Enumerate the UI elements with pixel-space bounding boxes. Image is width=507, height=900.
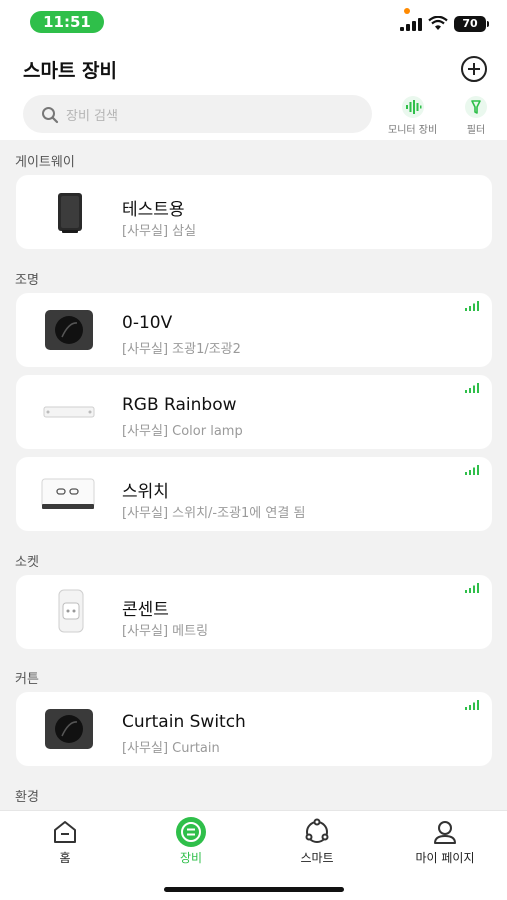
device-name: 스위치 <box>122 482 169 502</box>
page-title: 스마트 장비 <box>23 60 118 82</box>
nav-smart-label: 스마트 <box>300 851 334 865</box>
dimmer-device-image <box>45 310 93 350</box>
nav-devices[interactable]: 장비 <box>141 817 241 866</box>
socket-device-image <box>58 589 84 633</box>
wifi-icon <box>428 16 448 30</box>
search-input[interactable]: 장비 검색 <box>23 95 372 133</box>
filter-icon <box>465 96 487 118</box>
home-indicator <box>164 887 344 892</box>
section-title-curtain: 커튼 <box>15 672 39 687</box>
device-name: RGB Rainbow <box>122 395 237 415</box>
device-name: 콘센트 <box>122 600 169 620</box>
device-card[interactable]: 스위치 [사무실] 스위치/-조광1에 연결 됨 <box>16 457 492 531</box>
section-title-socket: 소켓 <box>15 555 39 570</box>
nav-home-label: 홈 <box>59 851 71 865</box>
search-icon <box>42 107 59 124</box>
sound-wave-icon <box>401 96 424 118</box>
search-placeholder: 장비 검색 <box>66 109 118 124</box>
signal-strength-icon <box>465 583 479 593</box>
signal-strength-icon <box>465 700 479 710</box>
battery-indicator: 70 <box>454 16 489 32</box>
nav-my-page-label: 마이 페이지 <box>415 851 475 865</box>
device-location: [사무실] 스위치/-조광1에 연결 됨 <box>122 506 306 521</box>
monitor-devices-label: 모니터 장비 <box>388 125 438 136</box>
device-location: [사무실] Color lamp <box>122 424 243 439</box>
app-header: 스마트 장비 장비 검색 모니터 장비 필터 <box>0 44 507 140</box>
device-location: [사무실] 메트링 <box>122 624 209 639</box>
switch-device-image <box>41 478 95 509</box>
device-icon <box>176 817 206 847</box>
nav-smart[interactable]: 스마트 <box>267 817 367 866</box>
device-card[interactable]: 콘센트 [사무실] 메트링 <box>16 575 492 649</box>
nav-home[interactable]: 홈 <box>15 817 115 866</box>
curtain-switch-device-image <box>45 709 93 749</box>
cellular-signal-icon <box>400 18 422 31</box>
recording-indicator-icon <box>404 8 410 14</box>
profile-icon <box>434 821 456 844</box>
device-card[interactable]: 테스트용 [사무실] 삼실 <box>16 175 492 249</box>
rgb-strip-device-image <box>43 406 95 418</box>
section-title-lighting: 조명 <box>15 273 39 288</box>
device-location: [사무실] Curtain <box>122 741 220 756</box>
device-location: [사무실] 조광1/조광2 <box>122 342 241 357</box>
status-time: 11:51 <box>30 11 104 33</box>
signal-strength-icon <box>465 465 479 475</box>
section-title-gateway: 게이트웨이 <box>15 155 75 170</box>
signal-strength-icon <box>465 301 479 311</box>
add-device-button[interactable] <box>461 56 487 82</box>
filter-button[interactable]: 필터 <box>465 96 487 136</box>
device-card[interactable]: Curtain Switch [사무실] Curtain <box>16 692 492 766</box>
signal-strength-icon <box>465 383 479 393</box>
device-name: Curtain Switch <box>122 712 246 732</box>
device-card[interactable]: RGB Rainbow [사무실] Color lamp <box>16 375 492 449</box>
device-location: [사무실] 삼실 <box>122 224 197 239</box>
nav-my-page[interactable]: 마이 페이지 <box>395 817 495 866</box>
gateway-device-image <box>58 193 82 233</box>
bottom-navigation: 홈 장비 스마트 마이 페이지 <box>0 810 507 900</box>
device-name: 테스트용 <box>122 200 185 220</box>
section-title-environment: 환경 <box>15 790 39 805</box>
home-icon <box>54 821 76 843</box>
smart-icon <box>305 818 329 843</box>
device-card[interactable]: 0-10V [사무실] 조광1/조광2 <box>16 293 492 367</box>
status-bar: 11:51 70 <box>0 0 507 44</box>
nav-devices-label: 장비 <box>179 851 203 865</box>
device-name: 0-10V <box>122 313 173 333</box>
monitor-devices-button[interactable]: 모니터 장비 <box>388 96 437 136</box>
filter-label: 필터 <box>466 125 486 136</box>
